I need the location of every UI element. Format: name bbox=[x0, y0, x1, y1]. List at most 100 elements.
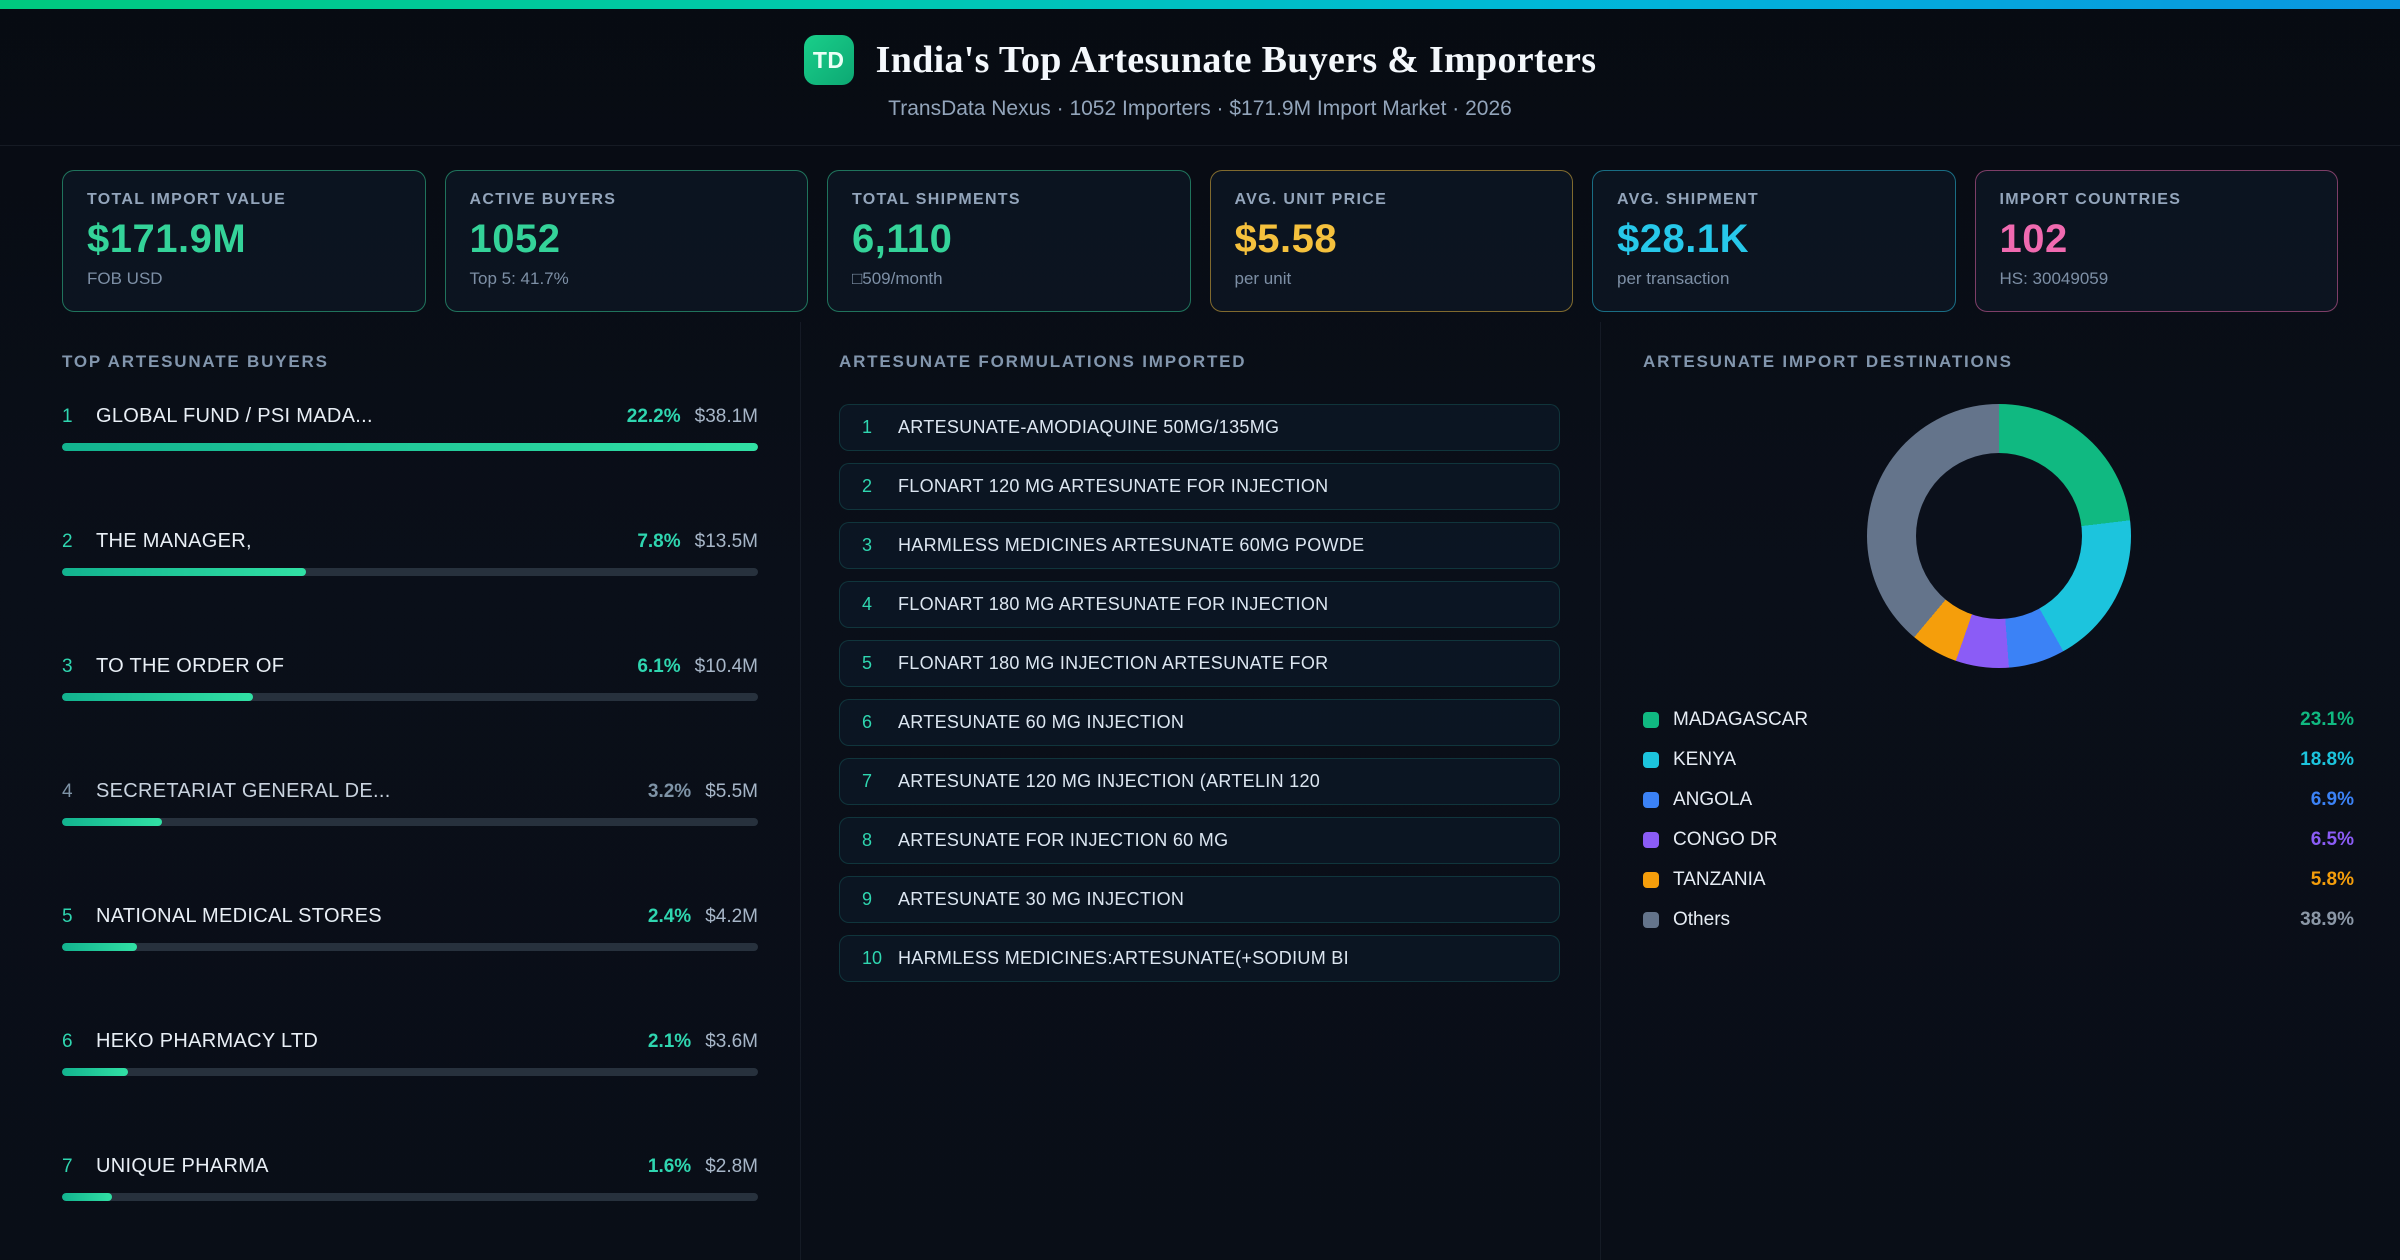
stat-card-import-countries: IMPORT COUNTRIES 102 HS: 30049059 bbox=[1974, 170, 2338, 312]
buyer-rank: 7 bbox=[62, 1156, 73, 1177]
buyer-share-pct: 6.1% bbox=[637, 656, 681, 677]
buyer-share-bar bbox=[62, 818, 758, 826]
stat-value: $28.1K bbox=[1617, 217, 1749, 261]
buyer-line: 4 SECRETARIAT GENERAL DE... 3.2% $5.5M bbox=[62, 779, 758, 804]
buyer-amount: $38.1M bbox=[694, 406, 758, 427]
buyer-row: 1 GLOBAL FUND / PSI MADA... 22.2% $38.1M bbox=[62, 404, 758, 451]
legend-label: MADAGASCAR bbox=[1673, 709, 1809, 730]
formulation-item: 10 HARMLESS MEDICINES:ARTESUNATE(+SODIUM … bbox=[839, 935, 1560, 982]
legend-pct: 23.1% bbox=[2300, 709, 2354, 730]
buyer-amount: $5.5M bbox=[705, 781, 758, 802]
legend-label: Others bbox=[1673, 909, 1731, 930]
buyer-share-bar bbox=[62, 443, 758, 451]
legend-label: CONGO DR bbox=[1673, 829, 1778, 850]
destinations-legend: MADAGASCAR 23.1% KENYA 18.8% ANGOLA 6.9% CONGO… bbox=[1643, 700, 2354, 940]
stat-sub: Top 5: 41.7% bbox=[469, 269, 569, 288]
buyer-line: 5 NATIONAL MEDICAL STORES 2.4% $4.2M bbox=[62, 904, 758, 929]
stat-value: 6,110 bbox=[852, 217, 953, 261]
formulation-item: 6 ARTESUNATE 60 MG INJECTION bbox=[839, 699, 1560, 746]
buyer-amount: $10.4M bbox=[694, 656, 758, 677]
formulation-name: ARTESUNATE 120 MG INJECTION (ARTELIN 120 bbox=[898, 771, 1321, 791]
buyer-rank: 2 bbox=[62, 531, 73, 552]
buyer-name: SECRETARIAT GENERAL DE... bbox=[96, 780, 391, 802]
buyer-line: 7 UNIQUE PHARMA 1.6% $2.8M bbox=[62, 1154, 758, 1179]
formulation-name: HARMLESS MEDICINES:ARTESUNATE(+SODIUM BI bbox=[898, 948, 1349, 968]
donut-hole bbox=[1915, 453, 2082, 619]
legend-label: TANZANIA bbox=[1673, 869, 1766, 890]
buyer-amount: $2.8M bbox=[705, 1156, 758, 1177]
dashboard: TD India's Top Artesunate Buyers & Impor… bbox=[0, 0, 2400, 1260]
formulation-item: 7 ARTESUNATE 120 MG INJECTION (ARTELIN 12… bbox=[839, 758, 1560, 805]
buyer-line: 6 HEKO PHARMACY LTD 2.1% $3.6M bbox=[62, 1029, 758, 1054]
buyer-share-bar-fill bbox=[62, 943, 138, 951]
stat-label: ACTIVE BUYERS bbox=[469, 191, 617, 208]
buyer-share-bar bbox=[62, 943, 758, 951]
main-content: TOP ARTESUNATE BUYERS 1 GLOBAL FUND / PSI… bbox=[0, 322, 2400, 1260]
formulation-item: 2 FLONART 120 MG ARTESUNATE FOR INJECTION bbox=[839, 463, 1560, 510]
buyer-share-pct: 22.2% bbox=[626, 406, 681, 427]
stat-card-total-shipments: TOTAL SHIPMENTS 6,110 □509/month bbox=[827, 170, 1191, 312]
formulation-rank: 10 bbox=[862, 948, 883, 968]
formulation-item: 3 HARMLESS MEDICINES ARTESUNATE 60MG POWD… bbox=[839, 522, 1560, 569]
buyer-share-bar bbox=[62, 1068, 758, 1076]
stat-value: $5.58 bbox=[1234, 217, 1338, 261]
buyer-row: 6 HEKO PHARMACY LTD 2.1% $3.6M bbox=[62, 1029, 758, 1076]
buyer-name: HEKO PHARMACY LTD bbox=[96, 1030, 319, 1052]
stat-sub: per unit bbox=[1234, 269, 1292, 288]
destinations-donut-chart bbox=[1866, 404, 2131, 668]
legend-item-madagascar: MADAGASCAR 23.1% bbox=[1643, 700, 2354, 740]
legend-label: ANGOLA bbox=[1673, 789, 1753, 810]
formulation-name: ARTESUNATE 60 MG INJECTION bbox=[898, 712, 1185, 732]
legend-pct: 6.5% bbox=[2310, 829, 2354, 850]
buyer-rank: 6 bbox=[62, 1031, 73, 1052]
legend-swatch bbox=[1643, 752, 1659, 768]
buyer-share-pct: 1.6% bbox=[647, 1156, 692, 1177]
buyer-amount: $4.2M bbox=[705, 906, 758, 927]
donut-chart-wrap bbox=[1643, 404, 2354, 668]
buyers-section-title: TOP ARTESUNATE BUYERS bbox=[62, 352, 329, 371]
formulation-rank: 2 bbox=[862, 476, 873, 496]
buyer-share-bar-fill bbox=[62, 568, 307, 576]
formulation-name: ARTESUNATE FOR INJECTION 60 MG bbox=[898, 830, 1229, 850]
formulation-rank: 4 bbox=[862, 594, 873, 614]
legend-pct: 38.9% bbox=[2300, 909, 2354, 930]
formulation-item: 8 ARTESUNATE FOR INJECTION 60 MG bbox=[839, 817, 1560, 864]
formulation-rank: 3 bbox=[862, 535, 873, 555]
formulation-rank: 5 bbox=[862, 653, 873, 673]
stat-label: AVG. SHIPMENT bbox=[1617, 191, 1759, 208]
buyer-row: 2 THE MANAGER, 7.8% $13.5M bbox=[62, 529, 758, 576]
legend-item-tanzania: TANZANIA 5.8% bbox=[1643, 860, 2354, 900]
stat-value: $171.9M bbox=[87, 217, 247, 261]
buyer-rank: 1 bbox=[62, 406, 73, 427]
buyer-amount: $13.5M bbox=[694, 531, 758, 552]
formulation-name: FLONART 120 MG ARTESUNATE FOR INJECTION bbox=[898, 476, 1329, 496]
stat-sub: HS: 30049059 bbox=[1999, 269, 2109, 288]
formulation-item: 5 FLONART 180 MG INJECTION ARTESUNATE FOR bbox=[839, 640, 1560, 687]
stat-label: TOTAL IMPORT VALUE bbox=[87, 191, 287, 208]
buyer-share-bar-fill bbox=[62, 443, 758, 451]
buyer-row: 7 UNIQUE PHARMA 1.6% $2.8M bbox=[62, 1154, 758, 1201]
buyer-row: 5 NATIONAL MEDICAL STORES 2.4% $4.2M bbox=[62, 904, 758, 951]
formulation-rank: 6 bbox=[862, 712, 873, 732]
transdata-logo: TD bbox=[803, 35, 854, 85]
buyer-line: 2 THE MANAGER, 7.8% $13.5M bbox=[62, 529, 758, 554]
buyers-section: TOP ARTESUNATE BUYERS 1 GLOBAL FUND / PSI… bbox=[0, 322, 800, 1260]
legend-swatch bbox=[1643, 872, 1659, 888]
buyer-rank: 5 bbox=[62, 906, 73, 927]
formulation-rank: 8 bbox=[862, 830, 873, 850]
buyer-row: 4 SECRETARIAT GENERAL DE... 3.2% $5.5M bbox=[62, 779, 758, 826]
formulation-name: ARTESUNATE-AMODIAQUINE 50MG/135MG bbox=[898, 417, 1280, 437]
stat-label: AVG. UNIT PRICE bbox=[1234, 191, 1388, 208]
formulations-section-title: ARTESUNATE FORMULATIONS IMPORTED bbox=[839, 352, 1247, 371]
page-subtitle: TransData Nexus · 1052 Importers · $171.… bbox=[888, 97, 1512, 120]
legend-item-angola: ANGOLA 6.9% bbox=[1643, 780, 2354, 820]
formulations-list: 1 ARTESUNATE-AMODIAQUINE 50MG/135MG 2 FLONA… bbox=[839, 404, 1560, 982]
buyer-name: UNIQUE PHARMA bbox=[96, 1155, 269, 1177]
formulation-item: 9 ARTESUNATE 30 MG INJECTION bbox=[839, 876, 1560, 923]
destinations-section-title: ARTESUNATE IMPORT DESTINATIONS bbox=[1643, 352, 2013, 371]
stat-value: 1052 bbox=[469, 217, 561, 261]
buyer-amount: $3.6M bbox=[705, 1031, 758, 1052]
header: TD India's Top Artesunate Buyers & Impor… bbox=[0, 9, 2400, 146]
top-gradient-bar bbox=[0, 0, 2400, 9]
buyer-name: THE MANAGER, bbox=[96, 530, 252, 552]
